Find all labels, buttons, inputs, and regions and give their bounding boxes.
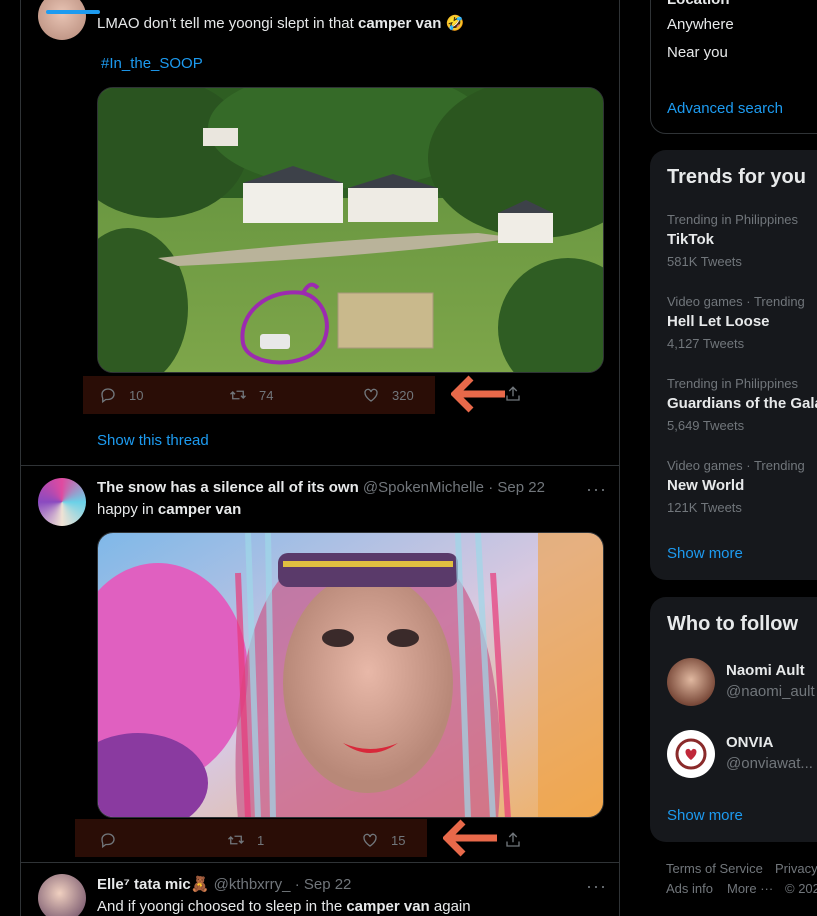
more-icon[interactable]: ···	[586, 480, 607, 498]
tweet3-text: And if yoongi choosed to sleep in the ca…	[97, 898, 471, 915]
watch-logo-icon	[675, 738, 707, 770]
like-icon	[364, 388, 378, 402]
timeline: LMAO don’t tell me yoongi slept in that …	[20, 0, 620, 916]
more-icon[interactable]: ···	[586, 877, 607, 895]
tweet3-header: Elle⁷ tata mic🧸 @kthbxrry_ · Sep 22	[97, 876, 352, 893]
location-label: Location	[667, 0, 730, 8]
who-to-follow-title: Who to follow	[667, 613, 799, 635]
trends-panel: Trends for you Trending in Philippines T…	[650, 150, 817, 580]
aerial-landscape-image	[98, 88, 603, 372]
tweet1-avatar[interactable]	[38, 0, 86, 40]
reply-count: 10	[129, 387, 144, 403]
tweet2-like-button[interactable]: 15	[361, 821, 405, 859]
like-count: 15	[391, 832, 406, 848]
filter-anywhere[interactable]: Anywhere	[667, 15, 734, 35]
search-filters-panel: Location Anywhere Near you Advanced sear…	[650, 0, 817, 134]
tweet2-reply-button[interactable]	[99, 821, 129, 859]
footer-terms-link[interactable]: Terms of Service	[666, 861, 763, 876]
tweet2-avatar[interactable]	[38, 478, 86, 526]
tweet2-author-name[interactable]: The snow has a silence all of its own	[97, 479, 359, 496]
tweet2-text: happy in camper van	[97, 501, 242, 518]
tweet1-retweet-button[interactable]: 74	[229, 376, 273, 414]
avatar	[667, 730, 715, 778]
tweet2-media-image[interactable]	[97, 532, 604, 818]
tweet3-handle[interactable]: @kthbxrry_	[214, 876, 291, 893]
retweet-icon	[228, 835, 244, 845]
tweet2-handle[interactable]: @SpokenMichelle	[363, 479, 484, 496]
share-icon[interactable]	[504, 385, 522, 403]
tweet2-date[interactable]: Sep 22	[497, 479, 545, 496]
trends-title: Trends for you	[667, 166, 806, 188]
arrow-left-icon	[443, 819, 497, 857]
tweet1-media-image[interactable]	[97, 87, 604, 373]
reply-icon	[101, 388, 115, 404]
like-icon	[363, 833, 377, 847]
tweet2-retweet-button[interactable]: 1	[227, 821, 264, 859]
avatar	[667, 658, 715, 706]
show-thread-link[interactable]: Show this thread	[97, 432, 209, 449]
portrait-photo-image	[98, 533, 603, 817]
like-count: 320	[392, 387, 414, 403]
reply-icon	[101, 833, 115, 849]
tweet1-hashtag[interactable]: #In_the_SOOP	[101, 54, 203, 74]
tweet1-like-button[interactable]: 320	[362, 376, 414, 414]
follow-show-more-link[interactable]: Show more	[667, 807, 743, 824]
footer-ads-link[interactable]: Ads info	[666, 881, 713, 896]
advanced-search-link[interactable]: Advanced search	[667, 99, 783, 119]
tweet3-author-name[interactable]: Elle⁷ tata mic🧸	[97, 876, 209, 893]
retweet-count: 1	[257, 832, 265, 848]
tweet1-reply-button[interactable]: 10	[99, 376, 143, 414]
who-to-follow-panel: Who to follow Naomi Ault @naomi_ault ONV…	[650, 597, 817, 842]
tweet3-avatar[interactable]	[38, 874, 86, 916]
share-icon[interactable]	[504, 831, 522, 849]
retweet-icon	[230, 390, 246, 400]
arrow-left-icon	[451, 375, 505, 413]
footer-privacy-link[interactable]: Privacy	[775, 861, 817, 876]
retweet-count: 74	[259, 387, 274, 403]
footer-more-button[interactable]: More ···	[727, 881, 773, 896]
tweet3-date[interactable]: Sep 22	[304, 876, 352, 893]
tweet1-text: LMAO don’t tell me yoongi slept in that …	[97, 15, 465, 32]
filter-near-you[interactable]: Near you	[667, 43, 728, 63]
tweet2-header: The snow has a silence all of its own @S…	[97, 479, 545, 496]
footer-copyright: © 202	[785, 881, 817, 896]
trends-show-more-link[interactable]: Show more	[667, 545, 743, 562]
